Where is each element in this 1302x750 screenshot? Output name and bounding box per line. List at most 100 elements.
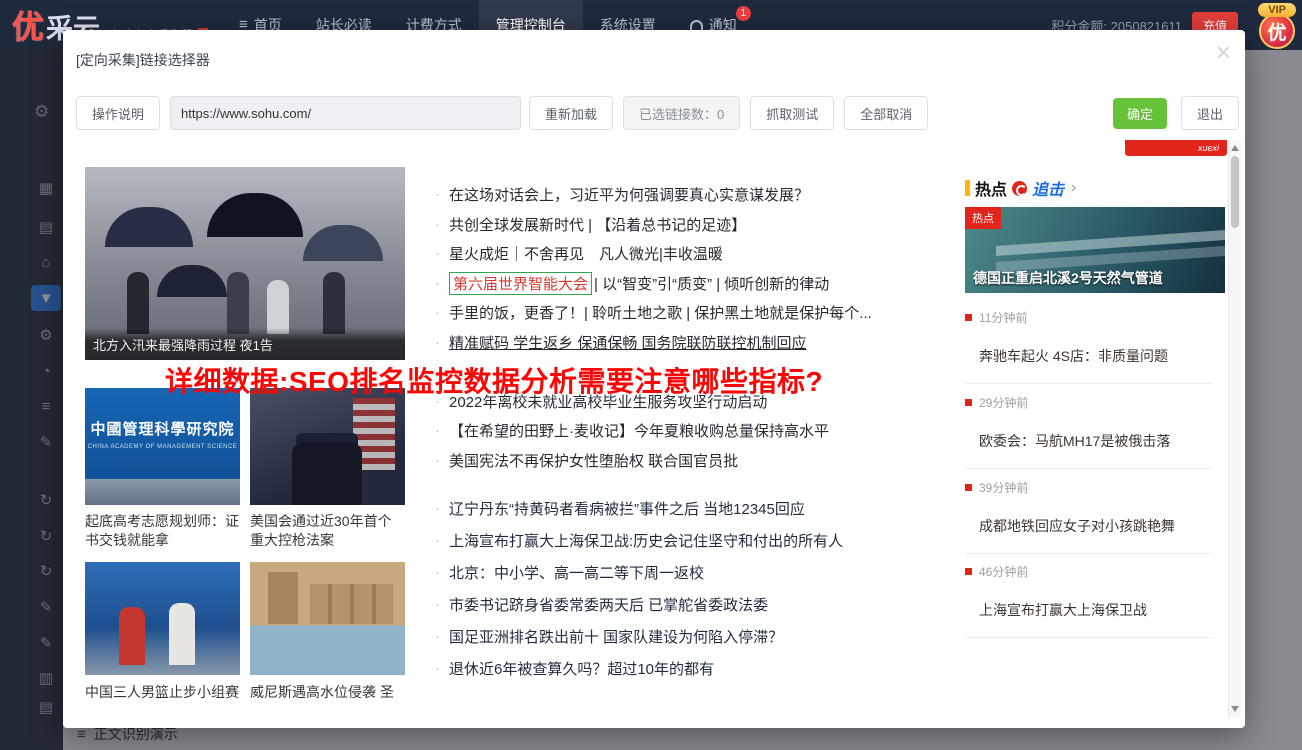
hotspot-item[interactable]: 11分钟前 奔驰车起火 4S店：非质量问题 bbox=[965, 300, 1213, 384]
close-icon[interactable]: × bbox=[1216, 34, 1231, 70]
hotspot-chase-label: 追击 bbox=[1032, 182, 1065, 199]
cancel-all-button[interactable]: 全部取消 bbox=[844, 96, 929, 130]
logo-text: 优 bbox=[12, 9, 45, 45]
academy-image-title: 中國管理科學研究院 bbox=[90, 422, 235, 438]
hotspot-lead-caption: 德国正重启北溪2号天然气管道 bbox=[973, 270, 1163, 286]
bullet-icon bbox=[435, 628, 440, 645]
selected-links-count: 已选链接数：0 bbox=[623, 96, 741, 130]
chevron-right-icon: › bbox=[1071, 179, 1077, 196]
news-link-text[interactable]: 国足亚洲排名跌出前十 国家队建设为何陷入停滞？ bbox=[449, 626, 783, 647]
bullet-icon bbox=[435, 422, 440, 439]
news-card-caption[interactable]: 起底高考志愿规划师：证书交钱就能拿 bbox=[85, 512, 240, 552]
news-link[interactable]: 在这场对话会上，习近平为何强调要真心实意谋发展？ bbox=[435, 180, 1001, 210]
news-link[interactable]: 星火成炬｜不舍再见 凡人微光|丰收温暖 bbox=[435, 239, 1001, 269]
person-shape bbox=[267, 280, 289, 334]
floating-logo-widget[interactable]: 优 bbox=[1259, 13, 1295, 49]
news-link[interactable]: 退休近6年被查算久吗？超过10年的都有 bbox=[435, 652, 1001, 684]
confirm-button[interactable]: 确定 bbox=[1112, 97, 1167, 129]
basketball-news-image[interactable] bbox=[85, 562, 240, 675]
exit-button[interactable]: 退出 bbox=[1180, 96, 1239, 130]
link-selector-modal: [定向采集]链接选择器 × 操作说明 重新加载 已选链接数：0 抓取测试 全部取… bbox=[63, 30, 1245, 728]
bell-icon bbox=[687, 19, 705, 33]
bullet-icon bbox=[435, 275, 440, 292]
news-link-text[interactable]: | 以“智变”引“质变” | 倾听创新的律动 bbox=[594, 273, 829, 294]
news-link[interactable]: 精准赋码 学生返乡 保通保畅 国务院联防联控机制回应 bbox=[435, 328, 1001, 358]
news-link[interactable]: 手里的饭，更香了！| 聆听土地之歌 | 保护黑土地就是保护每个... bbox=[435, 298, 1001, 328]
news-link-highlighted[interactable]: 第六届世界智能大会 | 以“智变”引“质变” | 倾听创新的律动 bbox=[435, 269, 1001, 299]
news-link-text[interactable]: 共创全球发展新时代 | 【沿着总书记的足迹】 bbox=[449, 214, 746, 235]
news-link[interactable]: 【在希望的田野上·麦收记】今年夏粮收购总量保持高水平 bbox=[435, 416, 1001, 446]
news-card-caption[interactable]: 中国三人男篮止步小组赛 bbox=[85, 682, 240, 702]
news-link-text[interactable]: 辽宁丹东“持黄码者看病被拦”事件之后 当地12345回应 bbox=[449, 498, 805, 519]
hotspot-item[interactable]: 46分钟前 上海宣布打赢大上海保卫战 bbox=[965, 554, 1213, 638]
news-link[interactable]: 国足亚洲排名跌出前十 国家队建设为何陷入停滞？ bbox=[435, 620, 1001, 652]
hotspot-logo-icon bbox=[1012, 180, 1028, 196]
hotspot-time: 39分钟前 bbox=[965, 479, 1213, 496]
hotspot-time: 11分钟前 bbox=[965, 309, 1213, 326]
hotspot-item[interactable]: 39分钟前 成都地铁回应女子对小孩跳艳舞 bbox=[965, 470, 1213, 554]
news-link-text[interactable]: 北京：中小学、高一高二等下周一返校 bbox=[449, 562, 704, 583]
news-link-text[interactable]: 精准赋码 学生返乡 保通保畅 国务院联防联控机制回应 bbox=[449, 332, 807, 353]
academy-news-image[interactable]: 中國管理科學研究院 CHINA ACADEMY OF MANAGEMENT SC… bbox=[85, 388, 240, 505]
venice-news-image[interactable] bbox=[250, 562, 405, 675]
news-link[interactable]: 上海宣布打赢大上海保卫战:历史会记住坚守和付出的所有人 bbox=[435, 524, 1001, 556]
bullet-icon bbox=[435, 216, 440, 233]
webpage-scrollbar[interactable] bbox=[1228, 140, 1241, 717]
news-link-text[interactable]: 市委书记跻身省委常委两天后 已掌舵省委政法委 bbox=[449, 594, 768, 615]
accent-bar bbox=[965, 180, 970, 196]
embedded-webpage: xuexi 北方入汛来最强降雨过程 夜1告 在这场对话会上，习近平为何强调要真心… bbox=[85, 140, 1241, 717]
news-link-text[interactable]: 手里的饭，更香了！| 聆听土地之歌 | 保护黑土地就是保护每个... bbox=[449, 302, 872, 323]
hotspot-lead-image[interactable]: 热点 德国正重启北溪2号天然气管道 bbox=[965, 207, 1225, 293]
hotspot-title[interactable]: 欧委会：马航MH17是被俄击落 bbox=[979, 431, 1213, 451]
news-link-text[interactable]: 【在希望的田野上·麦收记】今年夏粮收购总量保持高水平 bbox=[449, 420, 829, 441]
news-link[interactable]: 辽宁丹东“持黄码者看病被拦”事件之后 当地12345回应 bbox=[435, 492, 1001, 524]
bullet-icon bbox=[435, 245, 440, 262]
hotspot-item[interactable]: 29分钟前 欧委会：马航MH17是被俄击落 bbox=[965, 385, 1213, 469]
help-button[interactable]: 操作说明 bbox=[76, 96, 161, 130]
bullet-icon bbox=[435, 564, 440, 581]
notification-badge: 1 bbox=[735, 6, 751, 21]
seo-overlay-watermark: 详细数据:SEO排名监控数据分析需要注意哪些指标? bbox=[165, 366, 824, 397]
news-link-text[interactable]: 在这场对话会上，习近平为何强调要真心实意谋发展？ bbox=[449, 184, 809, 205]
ad-banner[interactable]: xuexi bbox=[1125, 140, 1227, 156]
url-input[interactable] bbox=[170, 96, 522, 130]
news-link-list: 在这场对话会上，习近平为何强调要真心实意谋发展？ 共创全球发展新时代 | 【沿着… bbox=[435, 180, 1001, 684]
news-link-text[interactable]: 美国宪法不再保护女性堕胎权 联合国官员批 bbox=[449, 450, 738, 471]
scroll-up-arrow-icon[interactable] bbox=[1231, 145, 1239, 151]
hotspot-header[interactable]: 热点 追击 › bbox=[965, 176, 1076, 200]
hot-badge: 热点 bbox=[965, 207, 1001, 229]
hotspot-time: 46分钟前 bbox=[965, 563, 1213, 580]
person-shape bbox=[323, 272, 345, 334]
selected-link-box[interactable]: 第六届世界智能大会 bbox=[449, 271, 593, 295]
bullet-icon bbox=[435, 532, 440, 549]
news-link-text[interactable]: 退休近6年被查算久吗？超过10年的都有 bbox=[449, 658, 714, 679]
news-link[interactable]: 美国宪法不再保护女性堕胎权 联合国官员批 bbox=[435, 446, 1001, 476]
hotspot-label: 热点 bbox=[975, 182, 1008, 199]
hotspot-time: 29分钟前 bbox=[965, 394, 1213, 411]
bullet-icon bbox=[435, 452, 440, 469]
hero-news-image[interactable]: 北方入汛来最强降雨过程 夜1告 bbox=[85, 167, 405, 360]
scroll-down-arrow-icon[interactable] bbox=[1231, 706, 1239, 712]
hotspot-title[interactable]: 成都地铁回应女子对小孩跳艳舞 bbox=[979, 516, 1213, 536]
news-link-text[interactable]: 上海宣布打赢大上海保卫战:历史会记住坚守和付出的所有人 bbox=[449, 530, 843, 551]
red-square-icon bbox=[965, 399, 972, 406]
news-link-text[interactable]: 星火成炬｜不舍再见 凡人微光|丰收温暖 bbox=[449, 243, 723, 264]
modal-toolbar: 操作说明 重新加载 已选链接数：0 抓取测试 全部取消 确定 退出 bbox=[76, 96, 1239, 130]
academy-image-subtitle: CHINA ACADEMY OF MANAGEMENT SCIENCE bbox=[87, 444, 238, 450]
gun-bill-news-image[interactable] bbox=[250, 388, 405, 505]
reload-button[interactable]: 重新加载 bbox=[529, 96, 614, 130]
hotspot-title[interactable]: 上海宣布打赢大上海保卫战 bbox=[979, 600, 1213, 620]
news-card-caption[interactable]: 美国会通过近30年首个重大控枪法案 bbox=[250, 512, 405, 552]
umbrella-shape bbox=[303, 225, 383, 261]
grab-test-button[interactable]: 抓取测试 bbox=[750, 96, 835, 130]
bullet-icon bbox=[435, 596, 440, 613]
hotspot-title[interactable]: 奔驰车起火 4S店：非质量问题 bbox=[979, 346, 1213, 366]
hero-caption: 北方入汛来最强降雨过程 夜1告 bbox=[85, 328, 405, 360]
red-square-icon bbox=[965, 568, 972, 575]
news-link[interactable]: 北京：中小学、高一高二等下周一返校 bbox=[435, 556, 1001, 588]
scrollbar-thumb[interactable] bbox=[1231, 156, 1239, 228]
news-link[interactable]: 市委书记跻身省委常委两天后 已掌舵省委政法委 bbox=[435, 588, 1001, 620]
bullet-icon bbox=[435, 186, 440, 203]
news-card-caption[interactable]: 威尼斯遇高水位侵袭 圣 bbox=[250, 682, 405, 702]
news-link[interactable]: 共创全球发展新时代 | 【沿着总书记的足迹】 bbox=[435, 210, 1001, 240]
